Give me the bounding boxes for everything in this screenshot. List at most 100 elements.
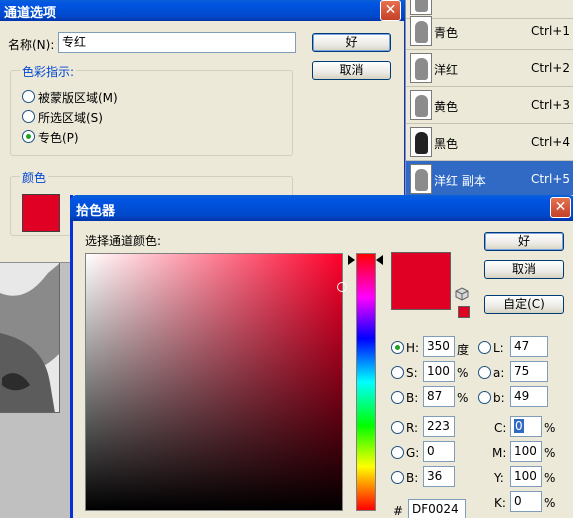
select-channel-color-label: 选择通道颜色: <box>85 234 162 248</box>
channel-options-titlebar[interactable]: 通道选项 ✕ <box>0 0 405 21</box>
hue-slider[interactable] <box>356 253 376 511</box>
channels-panel: 青色 Ctrl+1 洋红 Ctrl+2 黄色 Ctrl+3 黑色 Ctrl+4 … <box>405 0 573 200</box>
s-input[interactable]: 100 <box>423 361 455 382</box>
document-image <box>0 263 60 413</box>
k-label: K: <box>494 496 506 510</box>
channel-shortcut: Ctrl+3 <box>530 98 570 112</box>
y-unit: % <box>544 471 556 485</box>
m-unit: % <box>544 446 556 460</box>
m-label: M: <box>492 446 507 460</box>
channel-row-yellow[interactable]: 黄色 Ctrl+3 <box>406 87 573 124</box>
color-picker-titlebar[interactable]: 拾色器 ✕ <box>70 195 573 221</box>
channel-row-black[interactable]: 黑色 Ctrl+4 <box>406 124 573 161</box>
photo-thumbnail <box>0 263 59 412</box>
web-safe-color-swatch[interactable] <box>458 306 470 318</box>
color-picker-dialog: 拾色器 ✕ 选择通道颜色: 好 取消 自定(C) H: 350 度 S: 100… <box>70 195 573 518</box>
y-label: Y: <box>494 471 504 485</box>
saturation-brightness-field[interactable] <box>85 253 347 511</box>
c-input[interactable]: 0 <box>510 416 542 437</box>
g-label: G: <box>406 446 420 460</box>
name-input[interactable]: 专红 <box>58 32 296 53</box>
h-unit: 度 <box>457 343 470 357</box>
channel-shortcut: Ctrl+2 <box>530 61 570 75</box>
m-input[interactable]: 100 <box>510 441 542 462</box>
g-radio[interactable] <box>391 446 404 459</box>
r-radio[interactable] <box>391 421 404 434</box>
lab-b-label: b: <box>493 391 505 405</box>
y-input[interactable]: 100 <box>510 466 542 487</box>
cancel-button[interactable]: 取消 <box>484 260 564 279</box>
c-label: C: <box>494 421 507 435</box>
channel-shortcut: Ctrl+5 <box>530 172 570 186</box>
l-label: L: <box>493 341 504 355</box>
l-radio[interactable] <box>478 341 491 354</box>
color-group-legend: 颜色 <box>20 169 49 186</box>
r-input[interactable]: 223 <box>423 416 455 437</box>
a-label: a: <box>493 366 505 380</box>
lab-b-radio[interactable] <box>478 391 491 404</box>
b-label: B: <box>406 391 419 405</box>
s-radio[interactable] <box>391 366 404 379</box>
r-label: R: <box>406 421 419 435</box>
selected-areas-radio[interactable] <box>22 110 35 123</box>
h-label: H: <box>406 341 420 355</box>
hex-input[interactable]: DF0024 <box>408 499 466 518</box>
channel-row-magenta-copy[interactable]: 洋红 副本 Ctrl+5 <box>406 161 573 198</box>
document-canvas[interactable] <box>0 262 70 518</box>
s-label: S: <box>406 366 418 380</box>
g-input[interactable]: 0 <box>423 441 455 462</box>
b-unit: % <box>457 391 469 405</box>
rgb-b-radio[interactable] <box>391 471 404 484</box>
channel-thumbnail <box>410 127 432 157</box>
color-marker-icon <box>337 282 347 292</box>
close-icon[interactable]: ✕ <box>380 0 401 21</box>
k-unit: % <box>544 496 556 510</box>
channel-thumbnail <box>410 90 432 120</box>
lab-b-input[interactable]: 49 <box>510 386 548 407</box>
channel-thumbnail <box>410 164 432 194</box>
s-unit: % <box>457 366 469 380</box>
channel-name: 洋红 副本 <box>434 174 486 188</box>
channel-thumbnail <box>410 53 432 83</box>
hue-slider-left-arrow-icon[interactable] <box>348 255 355 265</box>
channel-thumbnail <box>410 16 432 46</box>
selected-areas-label: 所选区域(S) <box>38 111 103 125</box>
masked-areas-label: 被蒙版区域(M) <box>38 91 118 105</box>
spot-color-label: 专色(P) <box>38 131 79 145</box>
b-input[interactable]: 87 <box>423 386 455 407</box>
cube-warning-icon[interactable] <box>455 287 469 301</box>
color-picker-title: 拾色器 <box>76 204 116 219</box>
channel-name: 黄色 <box>434 100 459 114</box>
close-icon[interactable]: ✕ <box>550 197 571 218</box>
a-radio[interactable] <box>478 366 491 379</box>
ok-button[interactable]: 好 <box>312 33 391 52</box>
hue-slider-right-arrow-icon[interactable] <box>376 255 383 265</box>
c-unit: % <box>544 421 556 435</box>
l-input[interactable]: 47 <box>510 336 548 357</box>
channel-name: 洋红 <box>434 63 459 77</box>
h-input[interactable]: 350 <box>423 336 455 357</box>
custom-button[interactable]: 自定(C) <box>484 295 564 314</box>
channel-name: 黑色 <box>434 137 459 151</box>
channel-row-cyan[interactable]: 青色 Ctrl+1 <box>406 13 573 50</box>
rgb-b-input[interactable]: 36 <box>423 466 455 487</box>
channel-shortcut: Ctrl+1 <box>530 24 570 38</box>
hex-label: # <box>393 504 404 518</box>
new-color-swatch <box>391 252 451 310</box>
h-radio[interactable] <box>391 341 404 354</box>
masked-areas-radio[interactable] <box>22 90 35 103</box>
rgb-b-label: B: <box>406 471 419 485</box>
cancel-button[interactable]: 取消 <box>312 61 391 80</box>
channel-row-magenta[interactable]: 洋红 Ctrl+2 <box>406 50 573 87</box>
c-input-selected-text: 0 <box>514 419 524 433</box>
spot-color-swatch[interactable] <box>22 194 60 232</box>
channel-options-title: 通道选项 <box>4 6 57 21</box>
spot-color-radio[interactable] <box>22 130 35 143</box>
b-radio[interactable] <box>391 391 404 404</box>
color-indicates-legend: 色彩指示: <box>20 63 77 80</box>
ok-button[interactable]: 好 <box>484 232 564 251</box>
a-input[interactable]: 75 <box>510 361 548 382</box>
channel-shortcut: Ctrl+4 <box>530 135 570 149</box>
k-input[interactable]: 0 <box>510 491 542 512</box>
channel-name: 青色 <box>434 26 459 40</box>
